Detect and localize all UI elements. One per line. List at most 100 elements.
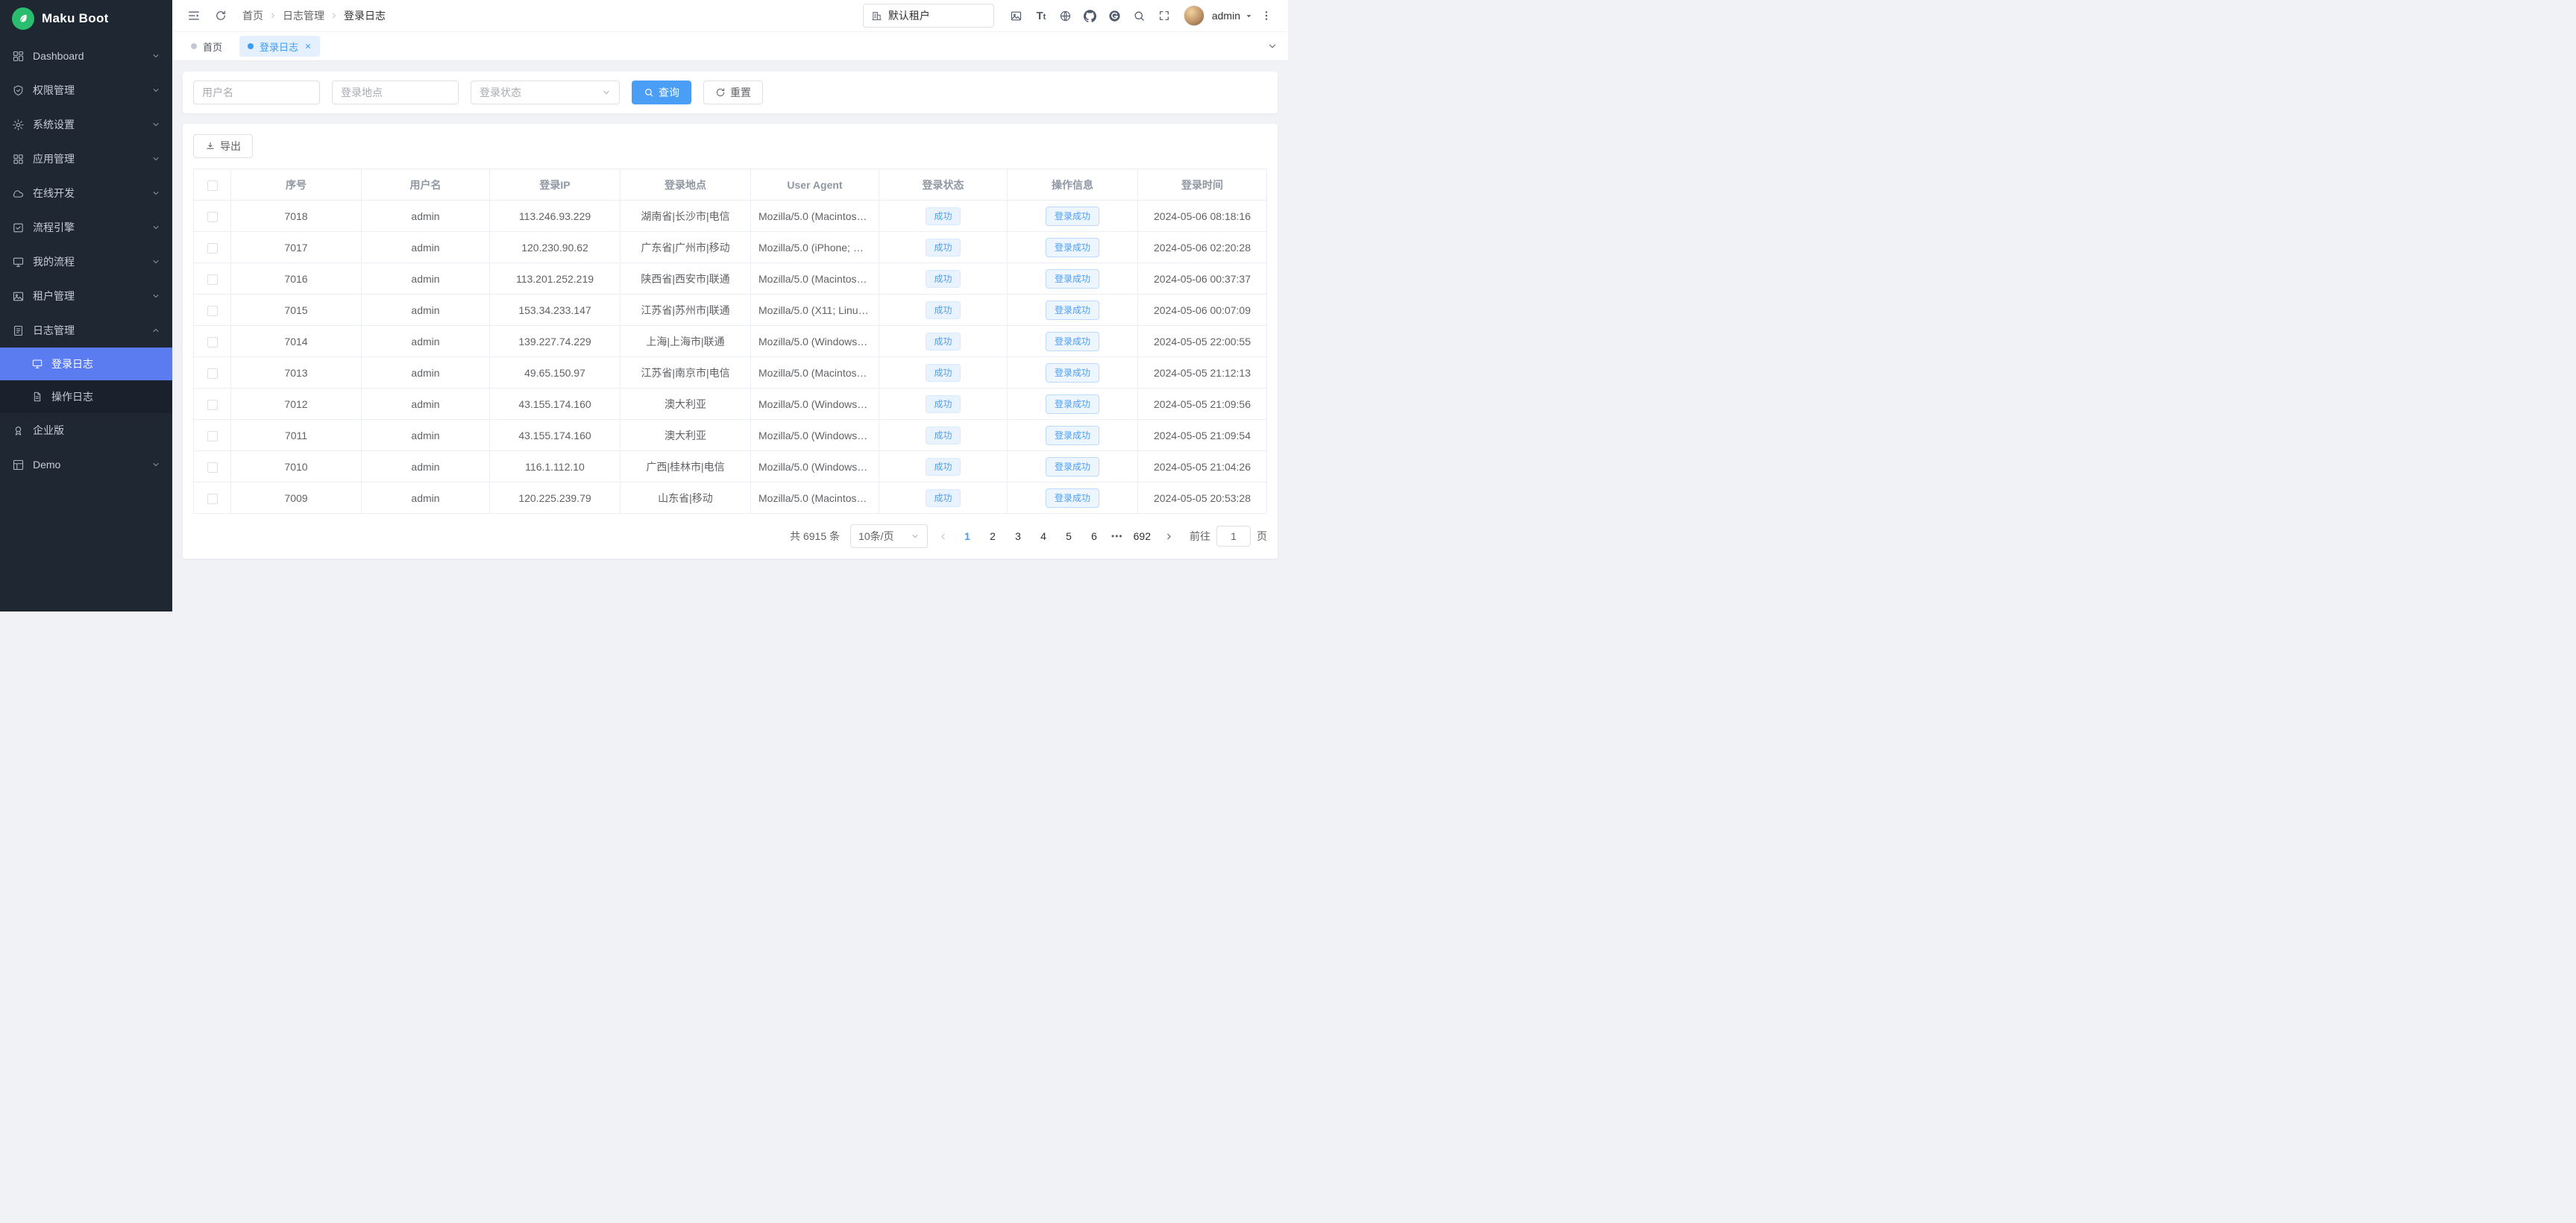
cell-no: 7011: [231, 420, 362, 451]
chevron-down-icon: [602, 88, 611, 97]
sidebar-item-demo[interactable]: Demo: [0, 447, 172, 482]
reset-button[interactable]: 重置: [703, 81, 763, 104]
caret-down-icon[interactable]: [1245, 12, 1253, 20]
cell-ip: 120.230.90.62: [490, 232, 621, 263]
tab-home[interactable]: 首页: [183, 36, 230, 57]
page-number[interactable]: 2: [983, 526, 1002, 547]
operation-badge: 登录成功: [1046, 207, 1099, 226]
cell-username: admin: [362, 389, 490, 420]
cell-location: 江苏省|苏州市|联通: [621, 295, 751, 326]
topbar-right: 默认租户 Tt admin: [863, 4, 1278, 28]
page-number[interactable]: 3: [1008, 526, 1028, 547]
github-icon[interactable]: [1079, 4, 1102, 27]
sidebar-item-tenants[interactable]: 租户管理: [0, 279, 172, 313]
chevron-down-icon: [151, 51, 160, 60]
status-badge: 成功: [926, 427, 960, 444]
table-row: 7017 admin 120.230.90.62 广东省|广州市|移动 Mozi…: [194, 232, 1267, 263]
location-input[interactable]: [332, 81, 459, 104]
select-all-checkbox[interactable]: [207, 180, 218, 191]
breadcrumb-home[interactable]: 首页: [242, 8, 263, 23]
row-checkbox[interactable]: [207, 431, 218, 441]
search-icon[interactable]: [1128, 4, 1151, 27]
status-badge: 成功: [926, 395, 960, 413]
row-checkbox[interactable]: [207, 337, 218, 348]
row-checkbox[interactable]: [207, 274, 218, 285]
page-number[interactable]: 5: [1059, 526, 1078, 547]
status-badge: 成功: [926, 364, 960, 382]
login-log-table: 序号 用户名 登录IP 登录地点 User Agent 登录状态 操作信息 登录…: [193, 169, 1267, 514]
cell-ip: 120.225.239.79: [490, 482, 621, 514]
cell-location: 广东省|广州市|移动: [621, 232, 751, 263]
refresh-icon[interactable]: [210, 4, 232, 27]
table-row: 7011 admin 43.155.174.160 澳大利亚 Mozilla/5…: [194, 420, 1267, 451]
goto-page-input[interactable]: [1216, 526, 1251, 547]
logo: Maku Boot: [0, 0, 172, 37]
breadcrumb-logs[interactable]: 日志管理: [283, 8, 324, 23]
row-checkbox[interactable]: [207, 494, 218, 504]
sidebar-item-system-settings[interactable]: 系统设置: [0, 107, 172, 142]
gitee-icon[interactable]: [1104, 4, 1126, 27]
row-checkbox[interactable]: [207, 368, 218, 379]
pagination-more-icon[interactable]: •••: [1111, 531, 1123, 541]
column-header: 登录时间: [1138, 169, 1267, 201]
cell-username: admin: [362, 451, 490, 482]
export-button[interactable]: 导出: [193, 134, 253, 158]
table-row: 7009 admin 120.225.239.79 山东省|移动 Mozilla…: [194, 482, 1267, 514]
breadcrumb: 首页 日志管理 登录日志: [242, 8, 386, 23]
cell-ip: 113.201.252.219: [490, 263, 621, 295]
cell-ip: 153.34.233.147: [490, 295, 621, 326]
cell-time: 2024-05-05 20:53:28: [1138, 482, 1267, 514]
tabs-dropdown-icon[interactable]: [1267, 41, 1278, 51]
cell-location: 广西|桂林市|电信: [621, 451, 751, 482]
user-name[interactable]: admin: [1212, 10, 1240, 22]
close-icon[interactable]: [304, 43, 312, 50]
cell-username: admin: [362, 295, 490, 326]
sidebar-item-workflow-engine[interactable]: 流程引擎: [0, 210, 172, 245]
page-size-select[interactable]: 10条/页: [850, 524, 928, 548]
cell-no: 7017: [231, 232, 362, 263]
monitor-icon: [12, 256, 25, 268]
more-vertical-icon[interactable]: [1255, 4, 1278, 27]
sidebar-item-enterprise[interactable]: 企业版: [0, 413, 172, 447]
page-number[interactable]: 1: [958, 526, 977, 547]
fullscreen-icon[interactable]: [1153, 4, 1175, 27]
sidebar-item-apps[interactable]: 应用管理: [0, 142, 172, 176]
row-checkbox[interactable]: [207, 306, 218, 316]
cell-ip: 49.65.150.97: [490, 357, 621, 389]
avatar[interactable]: [1184, 5, 1204, 26]
collapse-sidebar-icon[interactable]: [183, 4, 205, 27]
cell-location: 上海|上海市|联通: [621, 326, 751, 357]
table-header-row: 序号 用户名 登录IP 登录地点 User Agent 登录状态 操作信息 登录…: [194, 169, 1267, 201]
row-checkbox[interactable]: [207, 462, 218, 473]
row-checkbox[interactable]: [207, 212, 218, 222]
tab-login-log[interactable]: 登录日志: [239, 36, 320, 57]
row-checkbox[interactable]: [207, 400, 218, 410]
sidebar-item-permissions[interactable]: 权限管理: [0, 73, 172, 107]
tenant-select[interactable]: 默认租户: [863, 4, 994, 28]
prev-page-button[interactable]: [934, 526, 952, 547]
language-icon[interactable]: [1055, 4, 1077, 27]
search-button[interactable]: 查询: [632, 81, 691, 104]
status-select[interactable]: 登录状态: [471, 81, 620, 104]
sidebar-item-operation-log[interactable]: 操作日志: [0, 380, 172, 413]
cell-ip: 113.246.93.229: [490, 201, 621, 232]
operation-badge: 登录成功: [1046, 363, 1099, 383]
page-number-last[interactable]: 692: [1131, 526, 1154, 547]
sidebar-item-logs[interactable]: 日志管理: [0, 313, 172, 348]
image-icon[interactable]: [1005, 4, 1028, 27]
sidebar-item-online-dev[interactable]: 在线开发: [0, 176, 172, 210]
row-checkbox[interactable]: [207, 243, 218, 254]
chevron-down-icon: [151, 257, 160, 266]
page-number[interactable]: 6: [1084, 526, 1104, 547]
font-size-icon[interactable]: Tt: [1030, 4, 1052, 27]
page-number[interactable]: 4: [1034, 526, 1053, 547]
cell-user-agent: Mozilla/5.0 (iPhone; …: [751, 232, 879, 263]
sidebar-item-my-workflow[interactable]: 我的流程: [0, 245, 172, 279]
sidebar-item-login-log[interactable]: 登录日志: [0, 348, 172, 380]
next-page-button[interactable]: [1160, 526, 1178, 547]
workflow-icon: [12, 221, 25, 234]
column-header: 操作信息: [1008, 169, 1138, 201]
username-input[interactable]: [193, 81, 320, 104]
sidebar-item-dashboard[interactable]: Dashboard: [0, 39, 172, 73]
cell-time: 2024-05-05 21:09:54: [1138, 420, 1267, 451]
